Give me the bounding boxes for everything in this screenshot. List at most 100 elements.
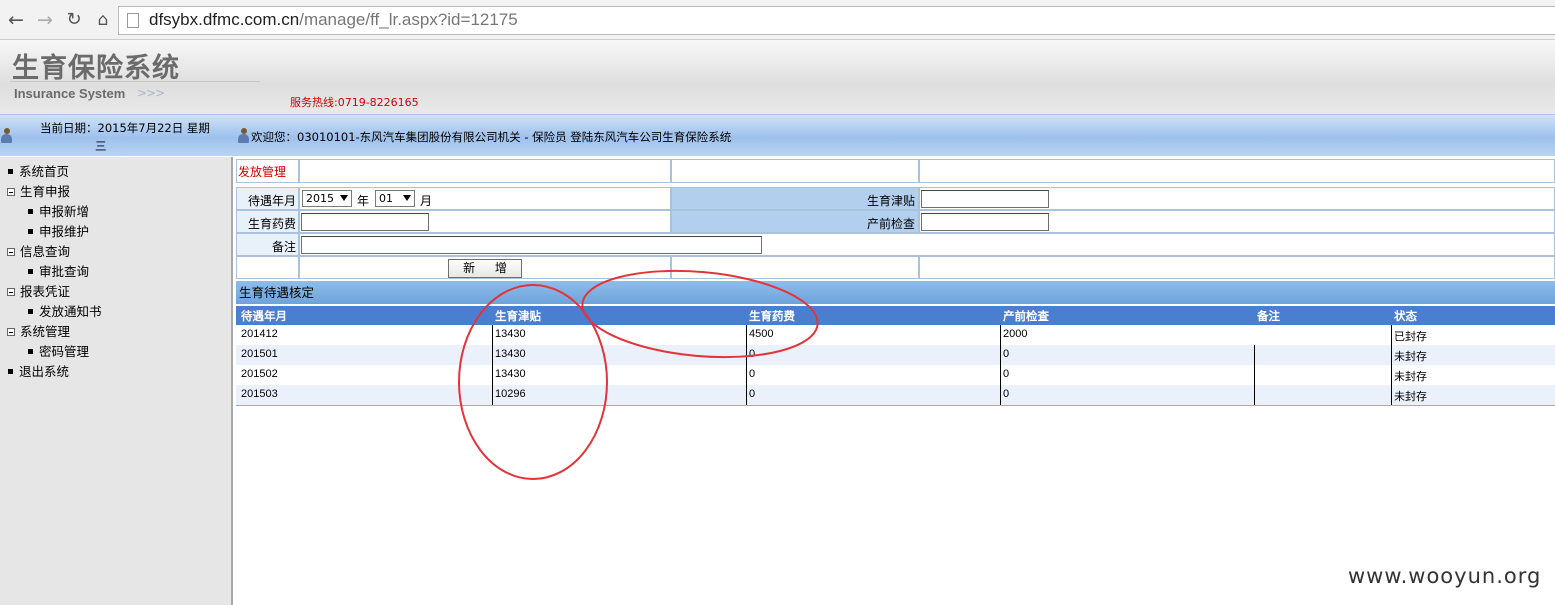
column-divider <box>1254 345 1255 405</box>
collapse-icon[interactable] <box>7 247 15 256</box>
col-header-status: 状态 <box>1394 309 1417 323</box>
sidebar-item-home[interactable]: 系统首页 <box>6 161 69 180</box>
col-header-remark: 备注 <box>1257 309 1280 323</box>
sidebar-nav: 系统首页 生育申报 申报新增 申报维护 信息查询 审批查询 报表凭证 发放通知书… <box>0 157 233 605</box>
sidebar-group-system[interactable]: 系统管理 <box>7 321 70 340</box>
cell-status: 已封存 <box>1394 330 1427 343</box>
back-icon[interactable]: ← <box>4 8 28 32</box>
year-unit: 年 <box>357 194 370 208</box>
col-header-prenatal: 产前检查 <box>1003 309 1049 323</box>
sidebar-group-query[interactable]: 信息查询 <box>7 241 70 260</box>
table-row: 201502 13430 0 0 未封存 <box>236 365 1555 385</box>
cell-allowance: 13430 <box>495 368 526 380</box>
table-row: 201412 13430 4500 2000 已封存 <box>236 325 1555 345</box>
cell-allowance: 13430 <box>495 328 526 340</box>
cell-status: 未封存 <box>1394 390 1427 403</box>
info-bar: 当前日期：2015年7月22日 星期 三 欢迎您：03010101-东风汽车集团… <box>0 114 1555 156</box>
medical-label: 生育药费 <box>248 217 297 231</box>
cell-year-month: 201502 <box>241 368 278 380</box>
service-hotline: 服务热线:0719-8226165 <box>290 96 419 109</box>
section-title-issue: 发放管理 <box>238 165 287 179</box>
watermark: www.wooyun.org <box>1348 564 1542 588</box>
welcome-text: 欢迎您：03010101-东风汽车集团股份有限公司机关 - 保险员 登陆东风汽车… <box>251 130 732 144</box>
cell-medical: 4500 <box>749 328 774 340</box>
remark-input[interactable] <box>301 236 762 254</box>
month-select[interactable]: 01 <box>375 190 415 207</box>
year-select[interactable]: 2015 <box>302 190 352 207</box>
cell-medical: 0 <box>749 348 756 360</box>
cell-status: 未封存 <box>1394 370 1427 383</box>
table-header: 待遇年月 生育津贴 生育药费 产前检查 备注 状态 <box>236 306 1555 325</box>
sidebar-item-declare-new[interactable]: 申报新增 <box>26 201 89 220</box>
user-icon <box>238 128 249 143</box>
table-row: 201503 10296 0 0 未封存 <box>236 385 1555 405</box>
subtitle-arrows: >>> <box>137 86 165 100</box>
sidebar-item-logout[interactable]: 退出系统 <box>6 361 69 380</box>
cell-allowance: 13430 <box>495 348 526 360</box>
url-text: dfsybx.dfmc.com.cn/manage/ff_lr.aspx?id=… <box>149 10 518 29</box>
browser-toolbar: ← → ↻ ⌂ dfsybx.dfmc.com.cn/manage/ff_lr.… <box>0 0 1555 40</box>
add-button[interactable]: 新 增 <box>448 259 522 278</box>
form-cell <box>671 256 919 279</box>
current-weekday: 三 <box>95 139 107 153</box>
form-cell <box>919 159 1555 183</box>
cell-prenatal: 0 <box>1003 348 1010 360</box>
column-divider <box>492 325 493 405</box>
reload-icon[interactable]: ↻ <box>62 8 86 32</box>
cell-year-month: 201501 <box>241 348 278 360</box>
allowance-label: 生育津贴 <box>867 194 916 208</box>
form-cell <box>299 159 671 183</box>
form-cell <box>671 159 919 183</box>
cell-medical: 0 <box>749 388 756 400</box>
cell-allowance: 10296 <box>495 388 526 400</box>
site-header: 生育保险系统 Insurance System >>> 服务热线:0719-82… <box>0 40 1555 114</box>
sidebar-item-password[interactable]: 密码管理 <box>26 341 89 360</box>
dropdown-arrow-icon <box>403 195 411 201</box>
sidebar-group-declare[interactable]: 生育申报 <box>7 181 70 200</box>
column-divider <box>1391 325 1392 405</box>
month-unit: 月 <box>420 194 433 208</box>
forward-icon[interactable]: → <box>33 8 57 32</box>
cell-year-month: 201412 <box>241 328 278 340</box>
form-cell <box>236 256 299 279</box>
col-header-allowance: 生育津贴 <box>495 309 541 323</box>
main-content: 发放管理 待遇年月 2015 年 01 月 生育津贴 生育药费 产前检查 备注 … <box>235 157 1555 605</box>
system-title: 生育保险系统 <box>12 53 180 84</box>
medical-input[interactable] <box>301 213 429 231</box>
column-divider <box>746 325 747 405</box>
prenatal-input[interactable] <box>921 213 1049 231</box>
system-subtitle: Insurance System <box>14 86 126 101</box>
year-month-label: 待遇年月 <box>248 194 297 208</box>
form-cell <box>919 256 1555 279</box>
allowance-input[interactable] <box>921 190 1049 208</box>
collapse-icon[interactable] <box>7 327 15 336</box>
remark-label: 备注 <box>272 240 297 254</box>
sidebar-item-approval-query[interactable]: 审批查询 <box>26 261 89 280</box>
column-divider <box>1000 325 1001 405</box>
col-header-medical: 生育药费 <box>749 309 795 323</box>
form-cell <box>299 187 671 210</box>
cell-prenatal: 0 <box>1003 368 1010 380</box>
col-header-year-month: 待遇年月 <box>241 309 287 323</box>
table-row: 201501 13430 0 0 未封存 <box>236 345 1555 365</box>
user-icon <box>1 128 12 143</box>
collapse-icon[interactable] <box>7 187 15 196</box>
address-bar[interactable]: dfsybx.dfmc.com.cn/manage/ff_lr.aspx?id=… <box>118 6 1555 35</box>
cell-year-month: 201503 <box>241 388 278 400</box>
cell-medical: 0 <box>749 368 756 380</box>
prenatal-label: 产前检查 <box>867 217 916 231</box>
sidebar-item-declare-maintain[interactable]: 申报维护 <box>26 221 89 240</box>
table-bottom-border <box>236 405 1555 406</box>
cell-prenatal: 0 <box>1003 388 1010 400</box>
sidebar-item-notice[interactable]: 发放通知书 <box>26 301 102 320</box>
sidebar-group-reports[interactable]: 报表凭证 <box>7 281 70 300</box>
cell-prenatal: 2000 <box>1003 328 1028 340</box>
home-icon[interactable]: ⌂ <box>91 8 115 32</box>
dropdown-arrow-icon <box>340 195 348 201</box>
cell-status: 未封存 <box>1394 350 1427 363</box>
section-title-verify: 生育待遇核定 <box>236 281 1555 304</box>
current-date: 当前日期：2015年7月22日 星期 <box>40 121 210 135</box>
title-divider <box>10 81 260 82</box>
collapse-icon[interactable] <box>7 287 15 296</box>
page-icon <box>127 13 139 28</box>
